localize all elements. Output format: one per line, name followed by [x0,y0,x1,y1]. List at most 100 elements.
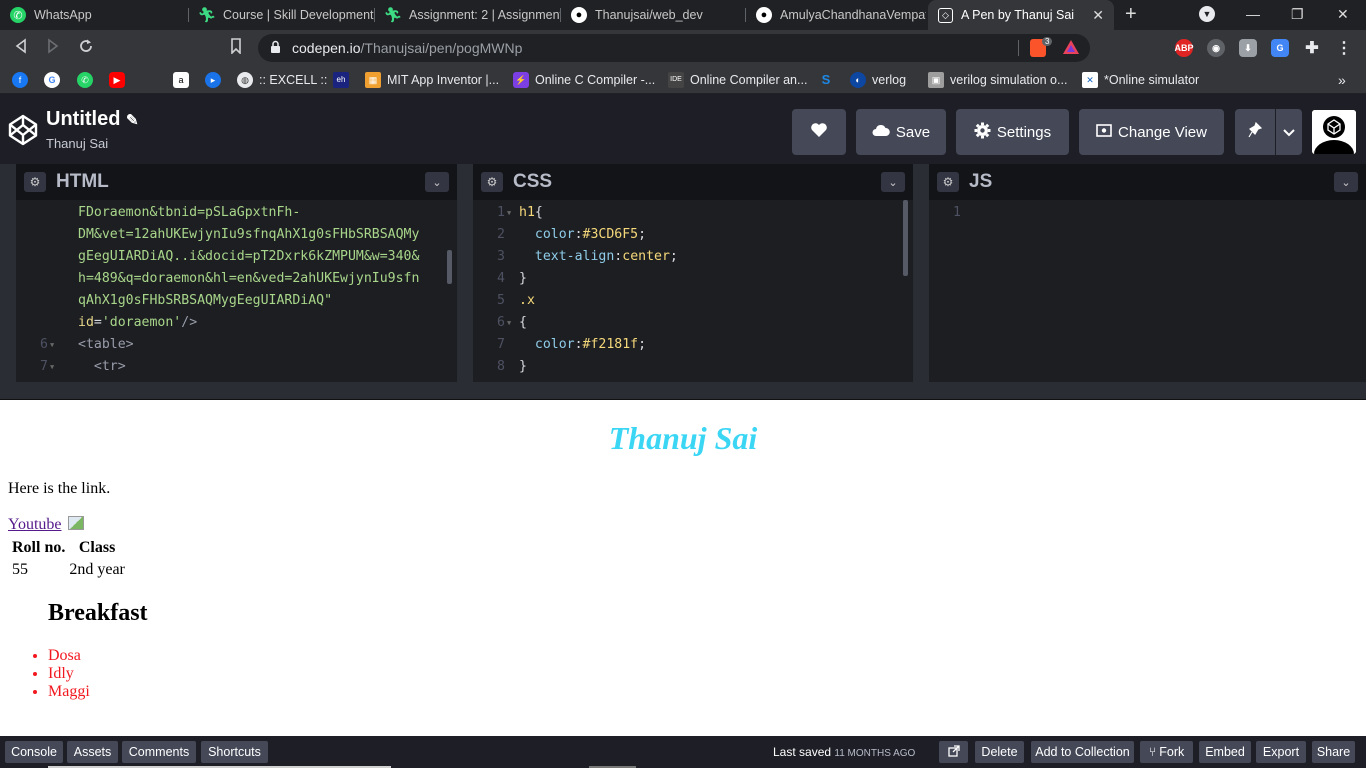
code-line: gEegUIARDiAQ..i&docid=pT2Dxrk6kZMPUM&w=3… [78,249,420,264]
css-code-area[interactable]: 1 ▼ h1{2 color:#3CD6F5; 3 text-align:center… [473,200,913,382]
change-view-button[interactable]: Change View [1079,109,1224,155]
code-line: h=489&q=doraemon&hl=en&ved=2ahUKEwjynIu9… [78,271,420,286]
youtube-bookmark[interactable]: ▶ [109,71,131,89]
address-bar[interactable]: codepen.io/Thanujsai/pen/pogMWNp 3 [258,34,1090,62]
list-item: Maggi [48,683,90,701]
heart-button[interactable] [792,109,846,155]
restore-button[interactable]: ❐ [1291,6,1304,23]
bookmark-mit-app-inventor[interactable]: ▦ MIT App Inventor |... [365,71,499,89]
translate-icon[interactable]: G [1271,39,1289,57]
bookmark-excell[interactable]: ◍:: EXCELL :: [237,71,327,89]
html-settings-gear-icon[interactable]: ⚙ [24,172,46,192]
lightbulb-icon[interactable]: ◉ [1207,39,1225,57]
html-scrollbar-thumb[interactable] [447,250,452,284]
google-bookmark[interactable]: G [44,71,66,89]
browser-tab-strip: ✆ WhatsApp 🏃︎ Course | Skill Development… [0,0,1366,30]
more-bookmarks-icon[interactable]: » [1338,71,1346,89]
fork-button[interactable]: ⑂ Fork [1140,741,1193,763]
tab-course[interactable]: 🏃︎ Course | Skill Development C [189,0,374,30]
download-icon[interactable]: ⬇ [1239,39,1257,57]
url-host: codepen.io [292,40,361,56]
add-to-collection-button[interactable]: Add to Collection [1031,741,1134,763]
amazon-bookmark[interactable]: a [173,71,195,89]
assets-button[interactable]: Assets [67,741,118,763]
fold-marker-icon[interactable]: ▼ [50,356,54,378]
codepen-header: Untitled ✎ Thanuj Sai Save Settings Chan… [0,94,1366,164]
fold-marker-icon[interactable]: ▼ [507,202,511,224]
open-external-button[interactable] [939,741,968,763]
html-editor[interactable]: ⚙ HTML ⌄ FDoraemon&tbnid=pSLaGpxtnFh- DM&… [16,164,457,382]
bookmark-verlog[interactable]: ◐ verlog [850,71,906,89]
play-bookmark[interactable]: ▸ [205,71,227,89]
line-number: 7 [497,337,505,352]
shortcuts-button[interactable]: Shortcuts [201,741,268,763]
share-button[interactable]: Share [1312,741,1355,763]
pencil-icon[interactable]: ✎ [126,112,139,129]
bookmark-online-simulator[interactable]: ✕ *Online simulator [1082,71,1199,89]
line-number: 1 [497,205,505,220]
reload-icon[interactable] [78,38,94,59]
js-settings-gear-icon[interactable]: ⚙ [937,172,959,192]
line-number: 2 [497,227,505,242]
s-bookmark[interactable]: S [818,71,840,89]
youtube-link[interactable]: Youtube [8,516,62,533]
pen-author[interactable]: Thanuj Sai [46,136,108,151]
tab-github-webdev[interactable]: ● Thanujsai/web_dev [561,0,745,30]
pin-icon [1248,121,1263,142]
eh-bookmark[interactable]: eh [333,71,355,89]
preview-resize-bar[interactable] [0,382,1366,400]
css-settings-gear-icon[interactable]: ⚙ [481,172,503,192]
pen-title[interactable]: Untitled ✎ [46,108,139,131]
bookmark-verilog-simulation[interactable]: ▣ verilog simulation o... [928,71,1067,89]
html-code-area[interactable]: FDoraemon&tbnid=pSLaGpxtnFh- DM&vet=12ahU… [16,200,457,382]
css-scrollbar-thumb[interactable] [903,200,908,276]
tab-whatsapp[interactable]: ✆ WhatsApp [0,0,188,30]
console-button[interactable]: Console [5,741,63,763]
embed-button[interactable]: Embed [1199,741,1251,763]
save-button[interactable]: Save [856,109,946,155]
new-tab-button[interactable]: + [1125,3,1137,26]
avatar[interactable] [1312,110,1356,154]
bookmark-online-c-compiler[interactable]: ⚡ Online C Compiler -... [513,71,655,89]
editor-resizer[interactable] [457,164,473,382]
fold-marker-icon[interactable]: ▼ [507,312,511,334]
export-button[interactable]: Export [1256,741,1306,763]
minimize-button[interactable]: — [1246,6,1260,22]
tab-codepen-active[interactable]: ◇ A Pen by Thanuj Sai ✕ [928,0,1114,30]
comments-button[interactable]: Comments [122,741,196,763]
js-editor[interactable]: ⚙ JS ⌄ 1 [929,164,1366,382]
js-chevron-down-icon[interactable]: ⌄ [1334,172,1358,192]
settings-button[interactable]: Settings [956,109,1069,155]
css-editor[interactable]: ⚙ CSS ⌄ 1 ▼ h1{2 color:#3CD6F5; 3 text-alig… [473,164,913,382]
bookmark-online-compiler[interactable]: IDE Online Compiler an... [668,71,807,89]
codepen-logo-icon[interactable] [8,114,38,151]
delete-button[interactable]: Delete [975,741,1024,763]
pin-dropdown-button[interactable] [1276,109,1302,155]
facebook-bookmark[interactable]: f [12,71,34,89]
line-number: 3 [497,249,505,264]
bookmark-page-icon[interactable] [230,38,242,59]
adblock-icon[interactable]: ABP [1175,39,1194,57]
back-icon[interactable] [14,38,28,59]
close-window-button[interactable]: ✕ [1337,6,1349,23]
js-editor-label: JS [969,171,993,192]
editor-resizer[interactable] [913,164,929,382]
whatsapp-bookmark[interactable]: ✆ [77,71,99,89]
pin-button[interactable] [1235,109,1275,155]
css-chevron-down-icon[interactable]: ⌄ [881,172,905,192]
heart-icon [810,122,828,142]
tab-assignment[interactable]: 🏃︎ Assignment: 2 | Assignment [375,0,560,30]
broken-image-icon[interactable] [67,516,84,530]
page-icon: ▣ [928,72,944,88]
extensions-icon[interactable]: ✚ [1303,39,1321,57]
close-tab-icon[interactable]: ✕ [1092,7,1104,24]
list-item: Idly [48,665,90,683]
tab-search-icon[interactable]: ▼ [1199,6,1215,22]
tab-github-amulya[interactable]: ● AmulyaChandhanaVempati [746,0,926,30]
forward-icon[interactable] [46,38,60,59]
menu-icon[interactable]: ⋮ [1335,39,1353,57]
html-chevron-down-icon[interactable]: ⌄ [425,172,449,192]
fold-marker-icon[interactable]: ▼ [50,334,54,356]
brave-rewards-icon[interactable] [1062,39,1080,60]
js-code-area[interactable]: 1 [929,200,1366,382]
